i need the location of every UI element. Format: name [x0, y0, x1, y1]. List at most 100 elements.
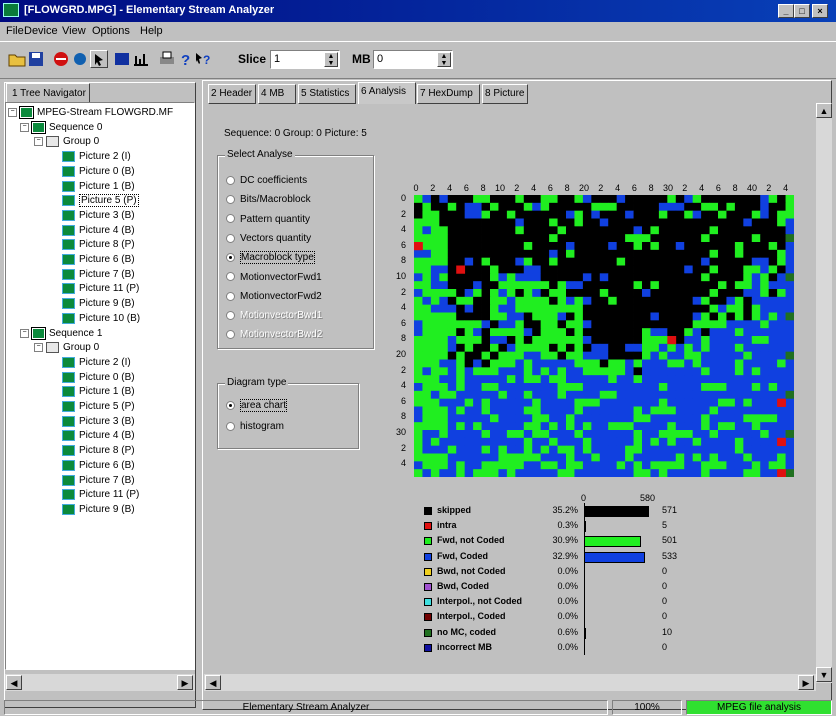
chart-icon[interactable]	[132, 50, 150, 68]
main-vertical-scrollbar[interactable]: ▲ ▼	[816, 103, 832, 683]
tree-sequence[interactable]: − Sequence 0	[20, 120, 102, 136]
tree-picture[interactable]: Picture 8 (P)	[62, 445, 135, 459]
analyse-option[interactable]: MotionvectorFwd2	[226, 291, 322, 302]
tab-hexdump[interactable]: 7 HexDump	[417, 84, 480, 104]
tree-picture[interactable]: Picture 10 (B)	[62, 312, 140, 327]
tree-picture[interactable]: Picture 11 (P)	[62, 489, 139, 503]
analyse-option[interactable]: Bits/Macroblock	[226, 194, 311, 205]
scroll-left-arrow-icon[interactable]: ◀	[205, 675, 221, 690]
tree-picture[interactable]: Picture 3 (B)	[62, 415, 135, 430]
scroll-up-arrow-icon[interactable]: ▲	[816, 103, 832, 118]
macroblock-cell	[591, 390, 601, 400]
menu-file[interactable]: File	[6, 25, 24, 37]
slice-spinner[interactable]: 1 ▲ ▼	[270, 50, 340, 69]
menu-options[interactable]: Options	[92, 25, 130, 37]
diagram-option[interactable]: histogram	[226, 421, 284, 432]
menu-view[interactable]: View	[62, 25, 86, 37]
tree-picture[interactable]: Picture 7 (B)	[62, 268, 135, 283]
maximize-button[interactable]: □	[794, 4, 810, 18]
tree-picture[interactable]: Picture 11 (P)	[62, 283, 139, 297]
analyse-option[interactable]: MotionvectorBwd1	[226, 310, 322, 321]
macroblock-cell	[650, 195, 660, 204]
tab-tree-navigator[interactable]: 1 Tree Navigator	[6, 83, 90, 103]
open-icon[interactable]	[8, 50, 26, 68]
scroll-down-arrow-icon[interactable]: ▼	[816, 667, 832, 682]
tree-picture[interactable]: Picture 2 (I)	[62, 151, 131, 165]
help-icon[interactable]: ?	[177, 50, 195, 69]
tree-horizontal-scrollbar[interactable]: ◀ ▶	[5, 674, 195, 691]
tree-picture[interactable]: Picture 5 (P)	[62, 401, 135, 415]
scroll-right-arrow-icon[interactable]: ▶	[798, 675, 814, 690]
radio-button-icon[interactable]	[226, 214, 235, 224]
slice-value[interactable]: 1	[274, 53, 280, 65]
tree-root[interactable]: − MPEG-Stream FLOWGRD.MF	[8, 106, 173, 121]
tab-picture[interactable]: 8 Picture	[482, 84, 528, 104]
record-icon[interactable]	[71, 50, 89, 68]
tree-picture[interactable]: Picture 4 (B)	[62, 224, 135, 239]
stream-icon[interactable]	[113, 50, 131, 68]
mb-stepper[interactable]: ▲ ▼	[437, 52, 451, 67]
tree-picture[interactable]: Picture 6 (B)	[62, 459, 135, 474]
radio-button-icon[interactable]	[226, 400, 235, 410]
radio-button-icon[interactable]	[226, 175, 235, 185]
menu-help[interactable]: Help	[140, 25, 163, 37]
tree-picture[interactable]: Picture 3 (B)	[62, 209, 135, 224]
context-help-icon[interactable]: ?	[194, 50, 212, 68]
macroblock-cell	[549, 281, 558, 290]
analyse-option[interactable]: Vectors quantity	[226, 233, 311, 244]
tab-statistics[interactable]: 5 Statistics	[298, 84, 356, 104]
tab-mb[interactable]: 4 MB	[258, 84, 296, 104]
radio-button-icon[interactable]	[226, 310, 235, 320]
radio-button-icon[interactable]	[226, 421, 235, 431]
macroblock-cell	[515, 406, 525, 415]
radio-button-icon[interactable]	[226, 330, 235, 340]
stop-icon[interactable]	[52, 50, 70, 68]
mb-value[interactable]: 0	[377, 53, 383, 65]
tree-picture[interactable]: Picture 0 (B)	[62, 165, 135, 180]
macroblock-cell	[768, 265, 778, 274]
macroblock-cell	[675, 257, 685, 266]
tree-picture[interactable]: Picture 1 (B)	[62, 386, 135, 400]
radio-button-icon[interactable]	[226, 233, 235, 243]
tree-picture[interactable]: Picture 9 (B)	[62, 298, 135, 312]
tree-picture[interactable]: Picture 8 (P)	[62, 239, 135, 253]
macroblock-cell	[777, 210, 786, 219]
tab-analysis[interactable]: 6 Analysis	[358, 82, 416, 104]
macroblock-cell	[599, 343, 609, 353]
tree-picture[interactable]: Picture 5 (P)	[62, 194, 139, 209]
tree-picture[interactable]: Picture 1 (B)	[62, 180, 135, 195]
slice-stepper[interactable]: ▲ ▼	[324, 52, 338, 67]
tree-group[interactable]: − Group 0	[34, 342, 99, 356]
analyse-option[interactable]: MotionvectorBwd2	[226, 329, 322, 340]
tree-picture[interactable]: Picture 0 (B)	[62, 371, 135, 386]
analyse-option[interactable]: Pattern quantity	[226, 214, 310, 225]
analyse-option[interactable]: MotionvectorFwd1	[226, 272, 322, 283]
tree-picture[interactable]: Picture 2 (I)	[62, 356, 131, 371]
tree-picture[interactable]: Picture 9 (B)	[62, 503, 135, 518]
radio-button-icon[interactable]	[226, 272, 235, 282]
radio-button-icon[interactable]	[226, 291, 235, 301]
macroblock-cell	[574, 210, 584, 219]
diagram-option[interactable]: area chart	[226, 399, 288, 412]
print-icon[interactable]	[158, 50, 176, 68]
menu-device[interactable]: Device	[24, 25, 58, 37]
scroll-right-arrow-icon[interactable]: ▶	[177, 675, 193, 690]
radio-button-icon[interactable]	[226, 195, 235, 205]
close-button[interactable]: ×	[812, 4, 828, 18]
analyse-option[interactable]: DC coefficients	[226, 175, 307, 186]
tab-header[interactable]: 2 Header	[208, 84, 256, 104]
pointer-icon[interactable]	[90, 50, 108, 68]
tree-picture[interactable]: Picture 4 (B)	[62, 430, 135, 444]
analyse-option[interactable]: Macroblock type	[226, 251, 315, 265]
radio-button-icon[interactable]	[226, 253, 235, 263]
tree-sequence[interactable]: − Sequence 1	[20, 326, 102, 342]
mb-spinner[interactable]: 0 ▲ ▼	[373, 50, 453, 69]
tree-picture[interactable]: Picture 6 (B)	[62, 254, 135, 268]
minimize-button[interactable]: _	[778, 4, 794, 18]
tree-picture[interactable]: Picture 7 (B)	[62, 474, 135, 489]
main-horizontal-scrollbar[interactable]: ◀ ▶	[204, 674, 816, 691]
tree-group[interactable]: − Group 0	[34, 136, 99, 150]
scroll-left-arrow-icon[interactable]: ◀	[6, 675, 22, 690]
save-icon[interactable]	[27, 50, 45, 68]
macroblock-cell	[566, 273, 575, 282]
